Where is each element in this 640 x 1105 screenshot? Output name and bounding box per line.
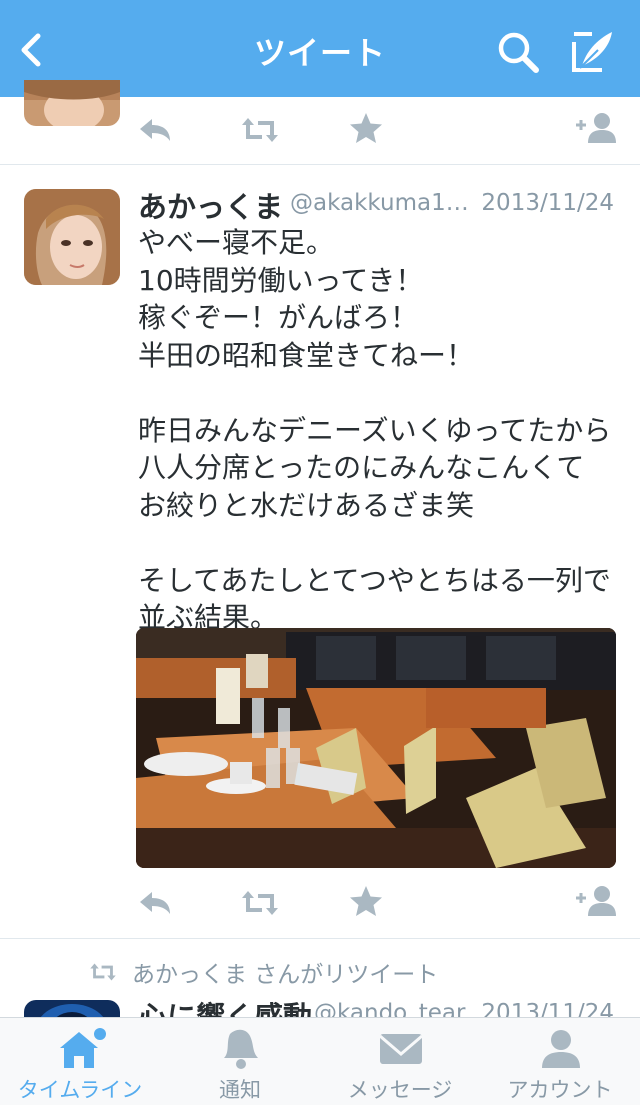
tweet-text-line: そしてあたしとてつやとちはる一列で <box>138 563 611 597</box>
reply-icon[interactable] <box>136 886 176 920</box>
tab-messages[interactable]: メッセージ <box>320 1018 480 1105</box>
reply-icon[interactable] <box>136 113 176 147</box>
tab-timeline[interactable]: タイムライン <box>0 1018 160 1105</box>
favorite-icon[interactable] <box>346 884 386 918</box>
tweet-date: 2013/11/24 <box>481 190 614 216</box>
tab-label: メッセージ <box>347 1078 453 1102</box>
retweet-icon <box>90 963 116 981</box>
tweet-text-line: 10時間労働いってき！ <box>138 263 424 297</box>
divider <box>0 938 640 939</box>
tab-label: アカウント <box>507 1078 613 1102</box>
author-name[interactable]: あかっくま <box>138 184 283 226</box>
tweet-text-line: 稼ぐぞー！がんばろ！ <box>138 301 419 334</box>
page-title: ツイート <box>253 34 386 72</box>
tab-label: 通知 <box>219 1078 261 1102</box>
tweet-text-line: 八人分席とったのにみんなこんくて <box>138 451 585 484</box>
tweet-text-line: 昨日みんなデニーズいくゆってたから <box>138 413 612 447</box>
follow-icon[interactable] <box>572 111 618 145</box>
retweet-icon[interactable] <box>240 886 280 920</box>
tweet-text-line: 半田の昭和食堂きてねー！ <box>138 338 475 372</box>
bell-icon <box>224 1029 258 1069</box>
favorite-icon[interactable] <box>346 111 386 145</box>
retweet-notice-text: あかっくま さんがリツイート <box>132 962 439 988</box>
avatar[interactable] <box>24 80 120 126</box>
tweet-photo[interactable] <box>136 628 616 868</box>
search-icon[interactable] <box>494 28 542 76</box>
person-icon <box>542 1030 580 1068</box>
retweet-icon[interactable] <box>240 113 280 147</box>
tweet-text-line: お絞りと水だけあるざま笑 <box>138 488 475 522</box>
envelope-icon <box>379 1034 423 1064</box>
follow-icon[interactable] <box>572 884 618 918</box>
retweet-notice[interactable]: あかっくま さんがリツイート <box>88 956 438 988</box>
tweet-text-line: やべー寝不足。 <box>138 226 335 259</box>
tab-label: タイムライン <box>17 1078 143 1102</box>
divider <box>0 164 640 165</box>
avatar[interactable] <box>24 189 120 285</box>
tweet-text: やべー寝不足。 10時間労働いってき！ 稼ぐぞー！がんばろ！ 半田の昭和食堂きて… <box>138 224 618 637</box>
tab-notifications[interactable]: 通知 <box>160 1018 320 1105</box>
home-icon <box>60 1028 106 1068</box>
author-handle[interactable]: @akakkuma11... <box>290 190 475 216</box>
tab-account[interactable]: アカウント <box>480 1018 640 1105</box>
tab-bar: タイムライン 通知 メッセージ アカウント <box>0 1017 640 1105</box>
compose-icon[interactable] <box>568 28 618 76</box>
